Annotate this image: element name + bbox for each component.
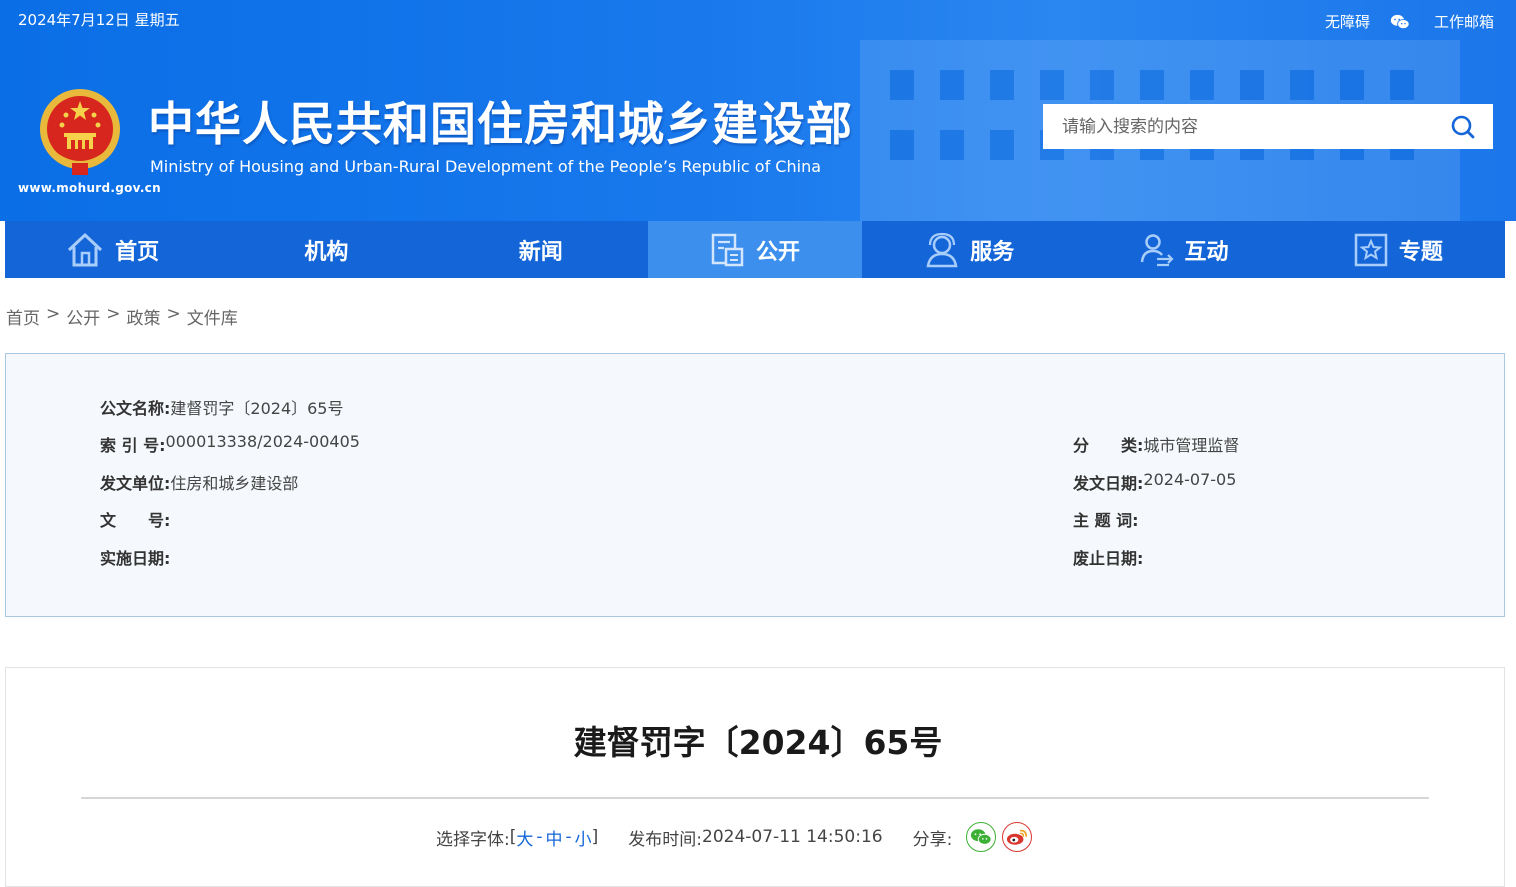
doc-name-value: 建督罚字〔2024〕65号 — [170, 399, 344, 418]
share-weibo-button[interactable] — [1002, 822, 1033, 852]
issuer-label: 发文单位: — [100, 474, 171, 493]
article-title: 建督罚字〔2024〕65号 — [573, 723, 943, 762]
publish-time-value: 2024-07-11 14:50:16 — [702, 827, 883, 847]
home-icon — [68, 233, 103, 266]
category-row: 分 类: 城市管理监督 — [1073, 432, 1239, 456]
site-subtitle: Ministry of Housing and Urban-Rural Deve… — [150, 157, 822, 176]
breadcrumb-separator: > — [46, 304, 61, 324]
bracket-open: [ — [509, 827, 517, 847]
search-icon — [1451, 115, 1475, 138]
nav-item-home[interactable]: 首页 — [5, 221, 219, 278]
breadcrumb-public[interactable]: 公开 — [66, 304, 100, 329]
nav-item-topics[interactable]: 专题 — [1291, 221, 1505, 278]
accessibility-link[interactable]: 无障碍 — [1325, 11, 1370, 32]
issuer-row: 发文单位: 住房和城乡建设部 — [100, 470, 298, 494]
nav-label: 服务 — [970, 239, 1015, 265]
font-size-separator: - — [565, 827, 572, 847]
breadcrumb-separator: > — [106, 304, 121, 324]
issue-date-row: 发文日期: 2024-07-05 — [1073, 470, 1236, 494]
nav-label: 公开 — [755, 239, 800, 265]
nav-label: 专题 — [1398, 239, 1443, 265]
index-row: 索 引 号: 000013338/2024-00405 — [100, 432, 360, 456]
keywords-label: 主 题 词: — [1073, 511, 1139, 530]
doc-no-label: 文 号: — [100, 511, 171, 530]
nav-item-interaction[interactable]: 互动 — [1076, 221, 1290, 278]
wechat-icon[interactable] — [1390, 13, 1410, 31]
category-value: 城市管理监督 — [1143, 436, 1240, 455]
abolish-date-row: 废止日期: — [1073, 545, 1143, 569]
search-input[interactable] — [1043, 105, 1433, 148]
breadcrumb-file-library[interactable]: 文件库 — [187, 304, 238, 329]
site-header: 2024年7月12日 星期五 无障碍 工作邮箱 www.mohurd.gov.c… — [0, 0, 1516, 221]
main-nav: 首页 机构 新闻 公开 服务 互动 专题 — [5, 221, 1505, 278]
article-meta: 选择字体: [ 大 - 中 - 小 ] 发布时间: 2024-07-11 14:… — [436, 822, 1033, 852]
breadcrumb-home[interactable]: 首页 — [6, 304, 40, 329]
doc-name-row: 公文名称: 建督罚字〔2024〕65号 — [100, 395, 344, 419]
font-select-label: 选择字体: — [436, 829, 510, 850]
share-wechat-button[interactable] — [966, 822, 997, 852]
nav-label: 首页 — [115, 239, 160, 265]
current-date: 2024年7月12日 星期五 — [18, 11, 180, 29]
breadcrumb-policy[interactable]: 政策 — [127, 304, 161, 329]
nav-label: 新闻 — [518, 239, 563, 265]
doc-no-row: 文 号: — [100, 507, 170, 531]
search-box — [1043, 104, 1493, 149]
nav-item-public[interactable]: 公开 — [647, 221, 863, 278]
doc-name-label: 公文名称: — [100, 399, 171, 418]
issue-date-label: 发文日期: — [1073, 474, 1144, 493]
title-divider — [81, 797, 1429, 799]
effective-date-label: 实施日期: — [100, 549, 171, 568]
font-size-small-button[interactable]: 小 — [575, 825, 592, 850]
article-panel — [5, 667, 1505, 887]
issuer-value: 住房和城乡建设部 — [170, 474, 299, 493]
font-size-large-button[interactable]: 大 — [516, 825, 533, 850]
service-icon — [926, 232, 958, 267]
keywords-row: 主 题 词: — [1073, 507, 1139, 531]
issue-date-value: 2024-07-05 — [1143, 470, 1237, 489]
publish-time-label: 发布时间: — [628, 829, 703, 850]
document-icon — [711, 233, 744, 266]
breadcrumb: 首页 > 公开 > 政策 > 文件库 — [6, 304, 238, 329]
nav-label: 机构 — [304, 239, 349, 265]
national-emblem-icon[interactable] — [38, 87, 122, 179]
category-label: 分 类: — [1073, 436, 1144, 455]
nav-item-service[interactable]: 服务 — [862, 221, 1076, 278]
bracket-close: ] — [591, 827, 599, 847]
share-label: 分享: — [912, 829, 953, 850]
index-value: 000013338/2024-00405 — [165, 432, 360, 451]
font-size-separator: - — [536, 827, 543, 847]
work-mail-link[interactable]: 工作邮箱 — [1434, 11, 1494, 32]
effective-date-row: 实施日期: — [100, 545, 170, 569]
nav-item-organization[interactable]: 机构 — [219, 221, 433, 278]
weibo-icon — [1007, 829, 1028, 845]
site-url: www.mohurd.gov.cn — [18, 181, 161, 195]
wechat-icon — [971, 829, 992, 845]
font-size-medium-button[interactable]: 中 — [546, 825, 563, 850]
star-icon — [1354, 233, 1388, 266]
interaction-icon — [1140, 233, 1174, 266]
nav-label: 互动 — [1184, 239, 1229, 265]
search-button[interactable] — [1433, 104, 1493, 149]
nav-item-news[interactable]: 新闻 — [434, 221, 648, 278]
breadcrumb-separator: > — [166, 304, 181, 324]
abolish-date-label: 废止日期: — [1073, 549, 1144, 568]
site-title[interactable]: 中华人民共和国住房和城乡建设部 — [148, 94, 853, 154]
top-links: 无障碍 工作邮箱 — [1325, 11, 1494, 32]
index-label: 索 引 号: — [100, 436, 166, 455]
